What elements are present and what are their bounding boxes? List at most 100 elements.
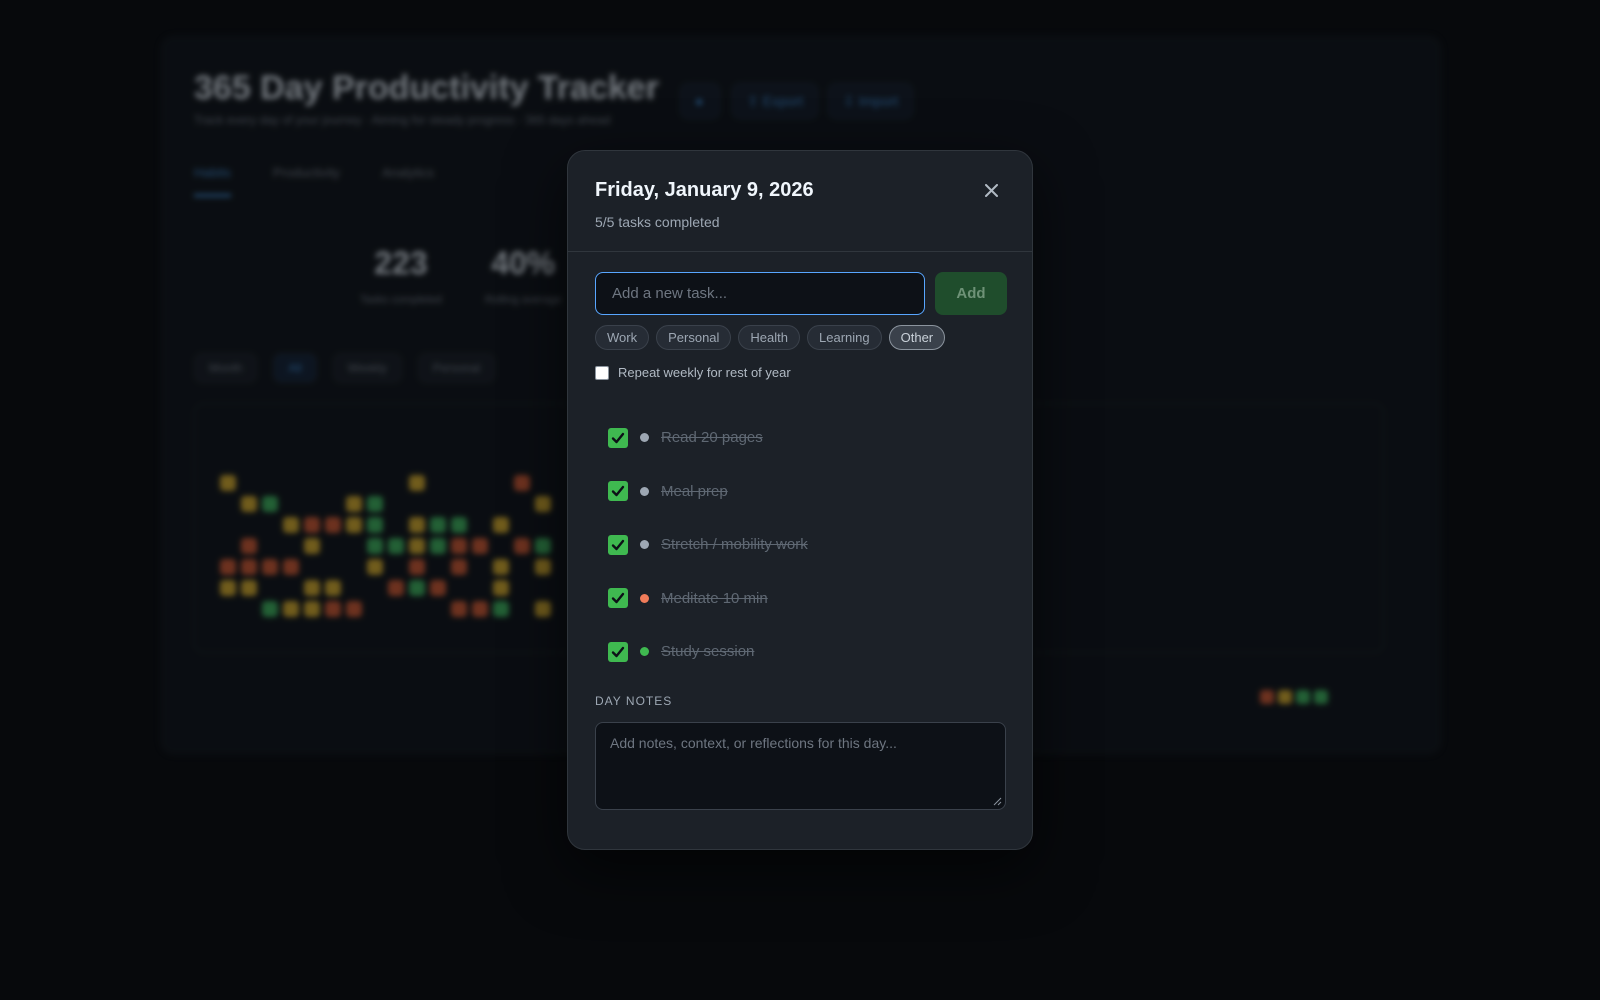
repeat-weekly-option[interactable]: Repeat weekly for rest of year	[595, 365, 791, 380]
day-notes-textarea[interactable]	[595, 722, 1006, 810]
task-item: Read 20 pages	[608, 411, 808, 465]
heatmap-cell[interactable]	[367, 496, 383, 512]
task-label[interactable]: Meditate 10 min	[661, 590, 768, 607]
heatmap-cell[interactable]	[472, 601, 488, 617]
heatmap-cell[interactable]	[367, 517, 383, 533]
repeat-weekly-checkbox[interactable]	[595, 365, 609, 380]
heatmap-cell[interactable]	[283, 601, 299, 617]
heatmap-cell[interactable]	[241, 580, 257, 596]
heatmap-cell[interactable]	[409, 580, 425, 596]
task-checkbox[interactable]	[608, 427, 628, 448]
tab-productivity[interactable]: Productivity	[273, 165, 340, 197]
category-dot	[640, 647, 649, 657]
heatmap-cell[interactable]	[514, 538, 530, 554]
heatmap-cell[interactable]	[241, 559, 257, 575]
add-task-button[interactable]: Add	[935, 272, 1007, 315]
filter-personal[interactable]: Personal	[417, 353, 496, 383]
heatmap-cell[interactable]	[535, 496, 551, 512]
heatmap-cell[interactable]	[346, 517, 362, 533]
heatmap-cell[interactable]	[262, 559, 278, 575]
heatmap-cell[interactable]	[283, 517, 299, 533]
main-tabs: Habits Productivity Analytics	[194, 165, 434, 197]
heatmap-cell[interactable]	[346, 601, 362, 617]
category-learning[interactable]: Learning	[807, 325, 882, 350]
filter-month[interactable]: Month	[194, 353, 258, 383]
import-button[interactable]: ⇩ Import	[828, 83, 914, 119]
app-subtitle: Track every day of your journey · Aiming…	[194, 113, 611, 127]
task-label[interactable]: Meal prep	[661, 483, 728, 500]
category-work[interactable]: Work	[595, 325, 650, 350]
heatmap-cell[interactable]	[451, 517, 467, 533]
heatmap-cell[interactable]	[472, 538, 488, 554]
heatmap-cell[interactable]	[535, 559, 551, 575]
day-notes-label: DAY NOTES	[595, 694, 673, 708]
heatmap-cell[interactable]	[304, 538, 320, 554]
heatmap-cell[interactable]	[493, 517, 509, 533]
heatmap-cell[interactable]	[220, 559, 236, 575]
tab-habits[interactable]: Habits	[194, 165, 231, 197]
close-icon	[984, 183, 998, 197]
heatmap-cell[interactable]	[262, 601, 278, 617]
close-button[interactable]	[978, 177, 1004, 203]
heatmap-cell[interactable]	[430, 517, 446, 533]
category-other[interactable]: Other	[888, 325, 946, 350]
stat-value: 40%	[491, 245, 556, 281]
theme-toggle-button[interactable]: ●	[680, 83, 720, 119]
resize-grip-icon[interactable]	[992, 796, 1002, 806]
heatmap-cell[interactable]	[367, 559, 383, 575]
heatmap-cell[interactable]	[535, 538, 551, 554]
heatmap-cell[interactable]	[304, 580, 320, 596]
heatmap-cell[interactable]	[493, 601, 509, 617]
heatmap-cell[interactable]	[493, 580, 509, 596]
heatmap-cell[interactable]	[409, 475, 425, 491]
tasks-completed-count: 5/5 tasks completed	[595, 214, 720, 230]
heatmap-cell[interactable]	[304, 517, 320, 533]
filter-weekly[interactable]: Weekly	[332, 353, 402, 383]
filter-all[interactable]: All	[273, 353, 317, 383]
heatmap-cell[interactable]	[388, 538, 404, 554]
heatmap-cell[interactable]	[220, 580, 236, 596]
heatmap-cell[interactable]	[325, 601, 341, 617]
task-checkbox[interactable]	[608, 534, 628, 555]
heatmap-cell[interactable]	[409, 538, 425, 554]
task-item: Stretch / mobility work	[608, 518, 808, 572]
heatmap-cell[interactable]	[535, 601, 551, 617]
heatmap-cell[interactable]	[409, 517, 425, 533]
heatmap-cell[interactable]	[304, 601, 320, 617]
heatmap-cell[interactable]	[409, 559, 425, 575]
heatmap-cell[interactable]	[388, 580, 404, 596]
task-list: Read 20 pages Meal prep Stretch / mobility…	[608, 411, 808, 679]
task-checkbox[interactable]	[608, 481, 628, 502]
category-selector: Work Personal Health Learning Other	[595, 325, 946, 350]
heatmap-cell[interactable]	[220, 475, 236, 491]
heatmap-cell[interactable]	[451, 559, 467, 575]
category-dot	[640, 593, 649, 603]
task-checkbox[interactable]	[608, 588, 628, 609]
tab-analytics[interactable]: Analytics	[382, 165, 434, 197]
heatmap-cell[interactable]	[325, 580, 341, 596]
task-label[interactable]: Stretch / mobility work	[661, 536, 808, 553]
export-label: Export	[762, 93, 804, 109]
heatmap-cell[interactable]	[241, 496, 257, 512]
new-task-input[interactable]	[595, 272, 925, 315]
heatmap-cell[interactable]	[451, 538, 467, 554]
heatmap-cell[interactable]	[346, 496, 362, 512]
heatmap-cell[interactable]	[514, 475, 530, 491]
task-label[interactable]: Study session	[661, 643, 754, 660]
heatmap-cell[interactable]	[325, 517, 341, 533]
heatmap-cell[interactable]	[493, 559, 509, 575]
import-icon: ⇩	[843, 93, 859, 109]
heatmap-cell[interactable]	[451, 601, 467, 617]
heatmap-cell[interactable]	[367, 538, 383, 554]
heatmap-cell[interactable]	[262, 496, 278, 512]
task-label[interactable]: Read 20 pages	[661, 429, 763, 446]
category-health[interactable]: Health	[738, 325, 800, 350]
heatmap-cell[interactable]	[241, 538, 257, 554]
task-checkbox[interactable]	[608, 641, 628, 662]
heatmap-cell[interactable]	[430, 538, 446, 554]
category-personal[interactable]: Personal	[656, 325, 732, 350]
checkmark-icon	[611, 593, 625, 604]
heatmap-cell[interactable]	[283, 559, 299, 575]
heatmap-cell[interactable]	[430, 580, 446, 596]
export-button[interactable]: ⇪ Export	[732, 83, 819, 119]
